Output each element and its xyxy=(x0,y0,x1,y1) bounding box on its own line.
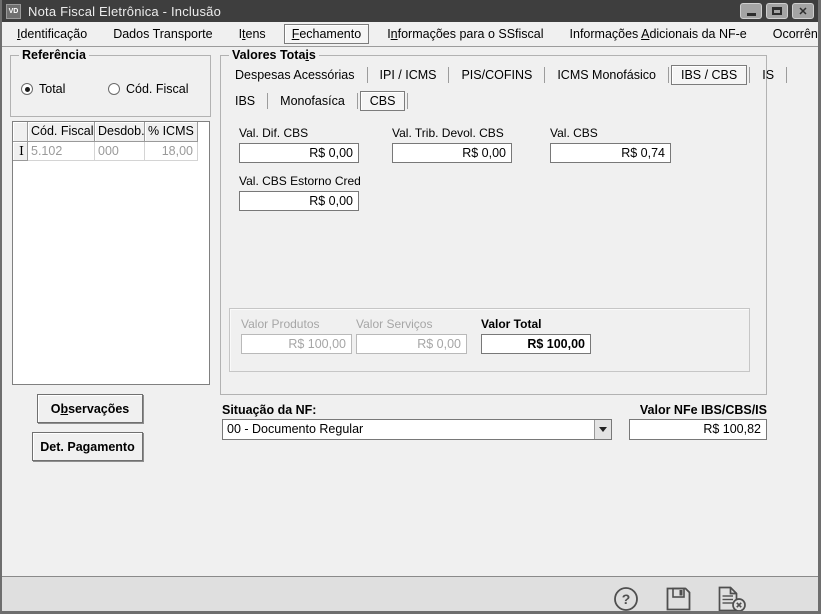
radio-cod-fiscal-label: Cód. Fiscal xyxy=(126,82,189,96)
situacao-value: 00 - Documento Regular xyxy=(223,420,594,439)
referencia-group: Referência Total Cód. Fiscal xyxy=(10,55,211,117)
det-pagamento-button[interactable]: Det. Pagamento xyxy=(32,432,143,461)
subtab-ipi-icms[interactable]: IPI / ICMS xyxy=(370,65,447,85)
subtab-cbs[interactable]: CBS xyxy=(360,91,406,111)
valor-produtos-field: Valor Produtos R$ 100,00 xyxy=(241,317,352,354)
val-cbs-label: Val. CBS xyxy=(550,126,671,140)
subtab-despesas-acessorias[interactable]: Despesas Acessórias xyxy=(225,65,365,85)
maximize-icon xyxy=(772,7,782,15)
radio-total-icon xyxy=(21,83,33,95)
nota-fiscal-dialog: VD Nota Fiscal Eletrônica - Inclusão ✕ I… xyxy=(0,0,821,614)
valor-total-input: R$ 100,00 xyxy=(481,334,591,354)
situacao-label: Situação da NF: xyxy=(222,403,316,417)
valor-nfe-label: Valor NFe IBS/CBS/IS xyxy=(602,403,767,417)
valores-totais-title: Valores Totais xyxy=(229,48,319,62)
radio-total-label: Total xyxy=(39,82,65,96)
tab-fechamento[interactable]: Fechamento xyxy=(284,24,370,44)
radio-cod-fiscal[interactable]: Cód. Fiscal xyxy=(108,82,189,96)
subtab-monofasica[interactable]: Monofasíca xyxy=(270,91,355,111)
subtab-icms-monofasico[interactable]: ICMS Monofásico xyxy=(547,65,666,85)
subtab-ibs[interactable]: IBS xyxy=(225,91,265,111)
combo-dropdown-button[interactable] xyxy=(594,420,611,439)
valor-nfe-input[interactable]: R$ 100,82 xyxy=(629,419,767,440)
val-cbs-estorno-cred-field: Val. CBS Estorno Cred R$ 0,00 xyxy=(239,174,359,211)
valor-total-label: Valor Total xyxy=(481,317,591,331)
window-title: Nota Fiscal Eletrônica - Inclusão xyxy=(28,4,221,19)
window-controls: ✕ xyxy=(740,3,814,19)
val-cbs-field: Val. CBS R$ 0,74 xyxy=(550,126,671,163)
radio-total[interactable]: Total xyxy=(21,82,65,96)
save-icon xyxy=(665,586,692,612)
help-icon: ? xyxy=(613,586,639,612)
close-button[interactable]: ✕ xyxy=(792,3,814,19)
grid-header-icms: % ICMS xyxy=(145,122,198,142)
val-dif-cbs-input[interactable]: R$ 0,00 xyxy=(239,143,359,163)
chevron-down-icon xyxy=(599,427,607,432)
observacoes-button[interactable]: Observações xyxy=(37,394,143,423)
maximize-button[interactable] xyxy=(766,3,788,19)
table-row[interactable]: I 5.102 000 18,00 xyxy=(13,142,209,161)
val-dif-cbs-label: Val. Dif. CBS xyxy=(239,126,359,140)
valores-tabstrip-row1: Despesas Acessórias IPI / ICMS PIS/COFIN… xyxy=(225,63,789,87)
valor-produtos-label: Valor Produtos xyxy=(241,317,352,331)
tab-informacoes-adicionais[interactable]: Informações Adicionais da NF-e xyxy=(559,24,758,44)
footer-bar xyxy=(2,577,818,614)
subtab-is[interactable]: IS xyxy=(752,65,784,85)
val-cbs-estorno-cred-input[interactable]: R$ 0,00 xyxy=(239,191,359,211)
close-icon: ✕ xyxy=(798,5,807,18)
val-cbs-estorno-cred-label: Val. CBS Estorno Cred xyxy=(239,174,359,188)
tab-identificacao[interactable]: Identificação xyxy=(6,24,98,44)
valor-servicos-label: Valor Serviços xyxy=(356,317,467,331)
minimize-button[interactable] xyxy=(740,3,762,19)
app-icon: VD xyxy=(6,4,21,19)
radio-cod-fiscal-icon xyxy=(108,83,120,95)
cell-desdob: 000 xyxy=(95,142,145,161)
valor-servicos-field: Valor Serviços R$ 0,00 xyxy=(356,317,467,354)
tab-dados-transporte[interactable]: Dados Transporte xyxy=(102,24,223,44)
cell-cod-fiscal: 5.102 xyxy=(28,142,95,161)
grid-header-marker xyxy=(13,122,28,142)
valor-produtos-input: R$ 100,00 xyxy=(241,334,352,354)
valor-total-field: Valor Total R$ 100,00 xyxy=(481,317,591,354)
grid-header-row: Cód. Fiscal Desdob. % ICMS xyxy=(13,122,209,142)
save-button[interactable] xyxy=(665,586,692,614)
titlebar: VD Nota Fiscal Eletrônica - Inclusão ✕ xyxy=(2,0,818,22)
valor-servicos-input: R$ 0,00 xyxy=(356,334,467,354)
val-trib-devol-cbs-input[interactable]: R$ 0,00 xyxy=(392,143,512,163)
cancel-document-icon xyxy=(716,586,748,613)
minimize-icon xyxy=(747,13,756,16)
tab-itens[interactable]: Itens xyxy=(228,24,277,44)
referencia-title: Referência xyxy=(19,48,89,62)
tab-informacoes-ssfiscal[interactable]: Informações para o SSfiscal xyxy=(376,24,554,44)
val-cbs-input[interactable]: R$ 0,74 xyxy=(550,143,671,163)
row-marker-cursor-icon: I xyxy=(13,142,28,161)
tab-ocorrencias[interactable]: Ocorrências xyxy=(762,24,821,44)
subtab-ibs-cbs[interactable]: IBS / CBS xyxy=(671,65,747,85)
val-trib-devol-cbs-label: Val. Trib. Devol. CBS xyxy=(392,126,512,140)
valores-totais-group: Valores Totais Despesas Acessórias IPI /… xyxy=(220,55,767,395)
cod-fiscal-grid[interactable]: Cód. Fiscal Desdob. % ICMS I 5.102 000 1… xyxy=(12,121,210,385)
main-tabstrip: Identificação Dados Transporte Itens Fec… xyxy=(2,22,818,47)
help-button[interactable]: ? xyxy=(613,586,639,614)
svg-text:?: ? xyxy=(622,591,631,607)
val-trib-devol-cbs-field: Val. Trib. Devol. CBS R$ 0,00 xyxy=(392,126,512,163)
grid-header-cod-fiscal: Cód. Fiscal xyxy=(28,122,95,142)
grid-header-desdob: Desdob. xyxy=(95,122,145,142)
situacao-combobox[interactable]: 00 - Documento Regular xyxy=(222,419,612,440)
valores-tabstrip-row2: IBS Monofasíca CBS xyxy=(225,89,410,113)
totals-summary-panel: Valor Produtos R$ 100,00 Valor Serviços … xyxy=(229,308,750,372)
val-dif-cbs-field: Val. Dif. CBS R$ 0,00 xyxy=(239,126,359,163)
subtab-pis-cofins[interactable]: PIS/COFINS xyxy=(451,65,542,85)
cell-icms: 18,00 xyxy=(145,142,198,161)
cancel-document-button[interactable] xyxy=(716,586,748,614)
